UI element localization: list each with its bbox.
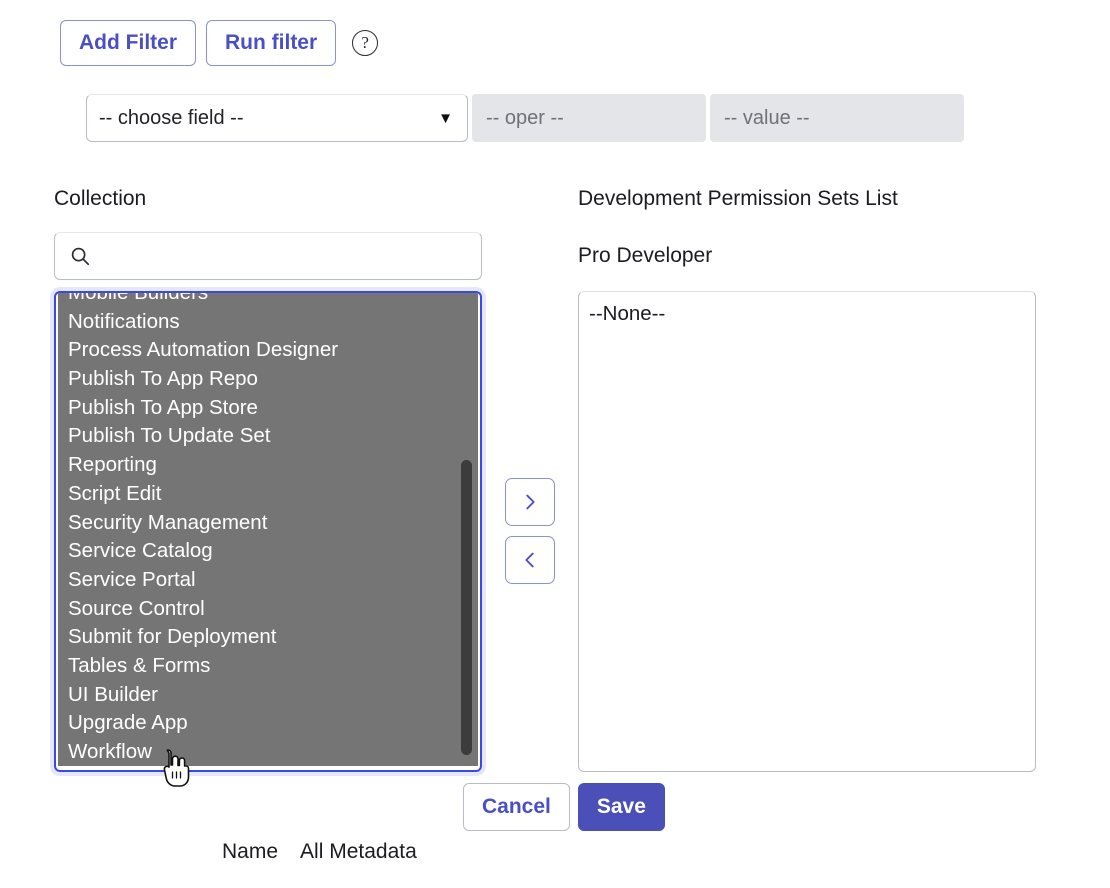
search-icon (69, 245, 91, 267)
collection-option[interactable]: Script Edit (58, 480, 478, 509)
move-left-button[interactable] (505, 536, 555, 584)
transfer-button-group (505, 478, 555, 584)
question-circle-icon[interactable]: ? (352, 30, 379, 57)
collection-search-box[interactable] (54, 232, 482, 280)
target-panel-title: Development Permission Sets List (578, 187, 898, 210)
collection-option[interactable]: Service Catalog (58, 537, 478, 566)
operator-field[interactable]: -- oper -- (472, 94, 706, 142)
move-right-button[interactable] (505, 478, 555, 526)
search-input[interactable] (91, 232, 481, 280)
cancel-button[interactable]: Cancel (463, 783, 570, 831)
collection-option[interactable]: Publish To App Store (58, 394, 478, 423)
collection-option[interactable]: Security Management (58, 509, 478, 538)
selected-option-list: --None-- (579, 300, 1035, 329)
choose-field-dropdown[interactable]: -- choose field -- ▼ (86, 94, 468, 142)
run-filter-button[interactable]: Run filter (206, 20, 337, 67)
collection-option[interactable]: Notifications (58, 308, 478, 337)
collection-option[interactable]: Source Control (58, 595, 478, 624)
selected-permission-sets-listbox[interactable]: --None-- (578, 291, 1036, 772)
collection-option[interactable]: Service Portal (58, 566, 478, 595)
collection-option-list: Mobile BuildersNotificationsProcess Auto… (58, 293, 478, 766)
collection-option[interactable]: UI Builder (58, 681, 478, 710)
target-panel-subtitle: Pro Developer (578, 244, 713, 267)
value-field[interactable]: -- value -- (710, 94, 964, 142)
filter-toolbar: Add Filter Run filter ? (60, 20, 379, 67)
operator-value: -- oper -- (486, 106, 564, 129)
collection-option[interactable]: Submit for Deployment (58, 623, 478, 652)
collection-listbox[interactable]: Mobile BuildersNotificationsProcess Auto… (54, 291, 482, 772)
value-value: -- value -- (724, 106, 810, 129)
filter-permission-sets-screen: Add Filter Run filter ? -- choose field … (0, 0, 1110, 888)
collection-option[interactable]: Publish To Update Set (58, 422, 478, 451)
save-button[interactable]: Save (577, 783, 665, 831)
metadata-row: Name All Metadata (222, 840, 417, 864)
all-metadata-label: All Metadata (300, 840, 417, 863)
collection-label: Collection (54, 187, 147, 210)
chevron-down-icon: ▼ (438, 109, 453, 127)
chevron-left-icon (525, 552, 534, 568)
add-filter-button[interactable]: Add Filter (60, 20, 196, 67)
dialog-footer: Cancel Save (463, 783, 665, 831)
collection-listbox-inner: Mobile BuildersNotificationsProcess Auto… (58, 293, 478, 766)
collection-option[interactable]: Workflow (58, 738, 478, 766)
choose-field-value: -- choose field -- (99, 106, 244, 129)
collection-option[interactable]: Reporting (58, 451, 478, 480)
collection-scrollbar-thumb[interactable] (461, 460, 472, 755)
collection-option[interactable]: Publish To App Repo (58, 365, 478, 394)
chevron-right-icon (526, 494, 535, 510)
selected-option[interactable]: --None-- (579, 300, 1035, 329)
collection-option[interactable]: Tables & Forms (58, 652, 478, 681)
collection-option[interactable]: Mobile Builders (58, 293, 478, 308)
collection-option[interactable]: Process Automation Designer (58, 336, 478, 365)
filter-condition-row: -- choose field -- ▼ -- oper -- -- value… (86, 94, 964, 142)
collection-option[interactable]: Upgrade App (58, 709, 478, 738)
name-column-label: Name (222, 840, 279, 863)
